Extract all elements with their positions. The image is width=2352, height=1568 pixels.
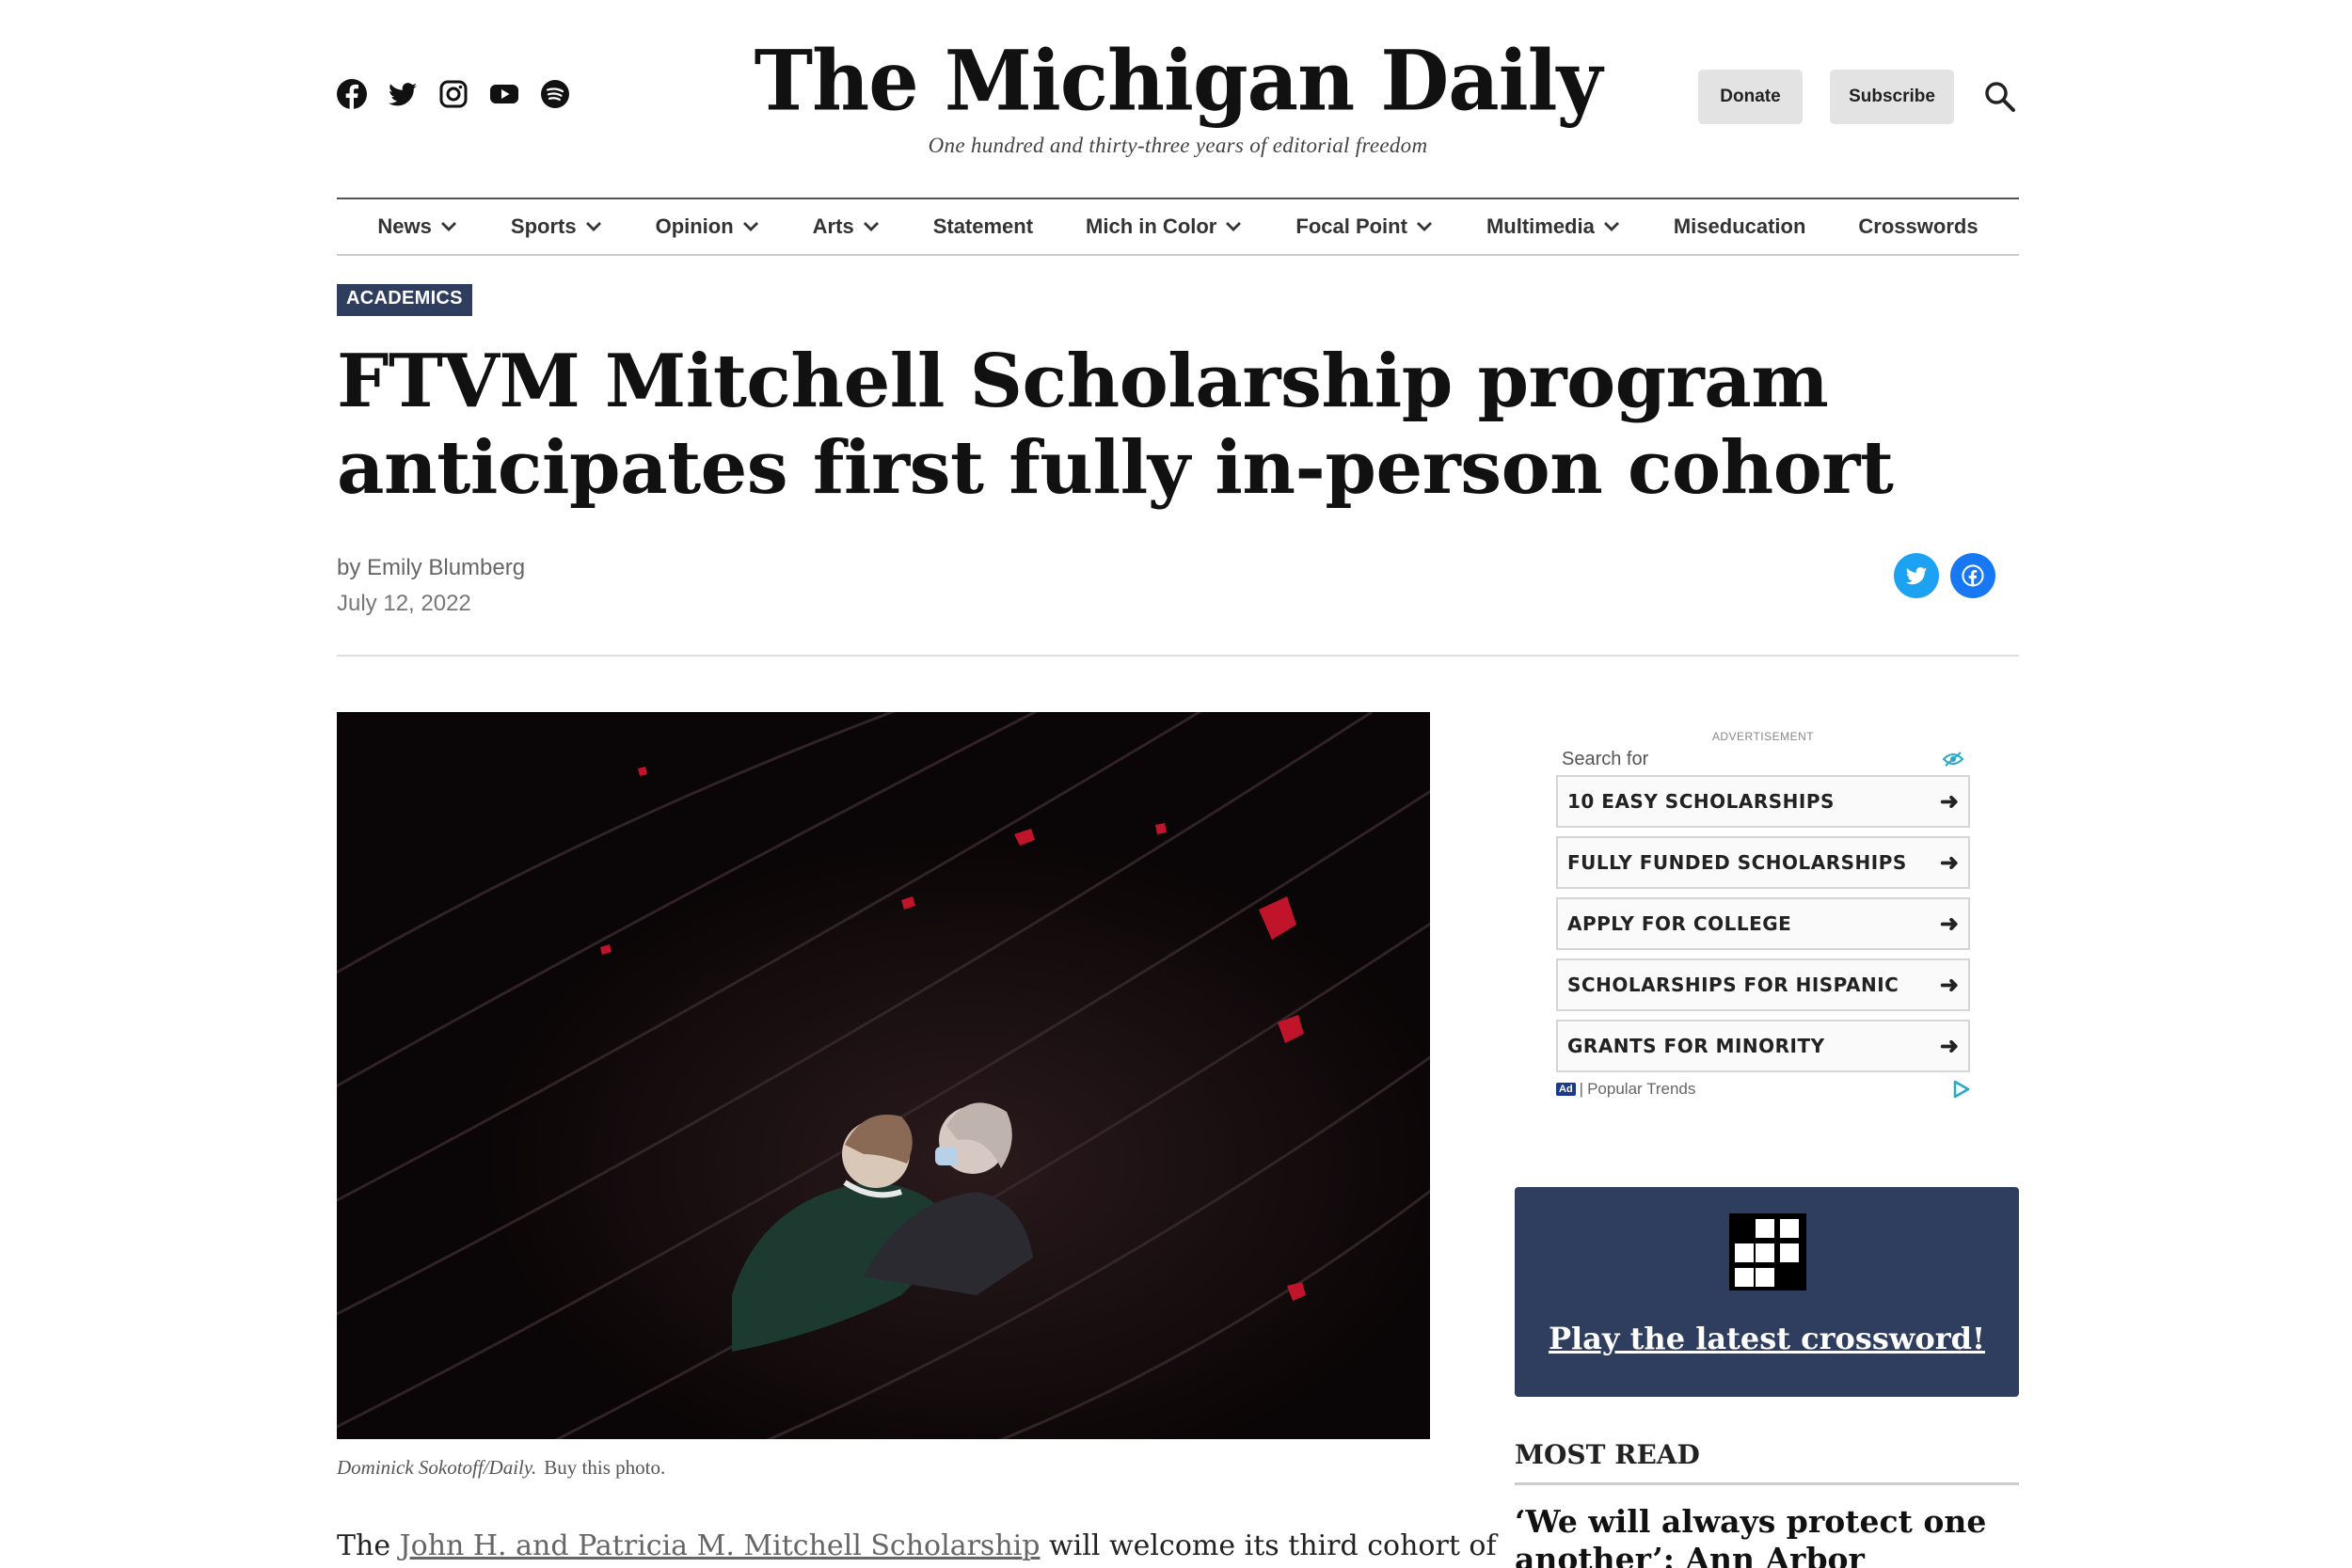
crossword-grid-icon (1729, 1213, 1806, 1291)
nav-item-label: Crosswords (1858, 214, 1979, 238)
facebook-icon (1962, 564, 1984, 587)
nav-item-label: Sports (510, 214, 577, 238)
header-divider (337, 655, 2019, 657)
chevron-down-icon (1226, 222, 1242, 231)
theater-seats-image (337, 712, 1430, 1439)
share-twitter-button[interactable] (1894, 553, 1939, 598)
ad-badge: Ad (1556, 1083, 1576, 1096)
nav-item-label: News (377, 214, 432, 238)
ad-privacy-eye-icon[interactable] (1942, 750, 1964, 768)
most-read-divider (1515, 1482, 2019, 1485)
ad-footer-left: Ad | Popular Trends (1556, 1080, 1695, 1099)
ad-divider: | (1579, 1080, 1584, 1098)
adchoices-play-icon[interactable] (1951, 1080, 1970, 1099)
nav-item-arts[interactable]: Arts (813, 214, 881, 239)
play-crossword-link[interactable]: Play the latest crossword! (1515, 1321, 2019, 1356)
most-read-heading: MOST READ (1515, 1439, 1700, 1470)
nav-item-crosswords[interactable]: Crosswords (1858, 214, 1978, 239)
nav-item-label: Multimedia (1486, 214, 1595, 238)
ad-label: ADVERTISEMENT (1711, 730, 1815, 743)
body-text-start: The (337, 1529, 400, 1562)
crossword-promo[interactable]: Play the latest crossword! (1515, 1187, 2019, 1397)
ad-footer: Ad | Popular Trends (1556, 1078, 1970, 1101)
ad-footer-text: Popular Trends (1587, 1080, 1696, 1098)
nav-item-label: Opinion (655, 214, 734, 238)
article-headline: FTVM Mitchell Scholarship program antici… (337, 339, 1894, 511)
arrow-right-icon: ➜ (1939, 972, 1959, 998)
arrow-right-icon: ➜ (1939, 849, 1959, 876)
nav-item-mich-in-color[interactable]: Mich in Color (1086, 214, 1243, 239)
ad-search-row[interactable]: APPLY FOR COLLEGE ➜ (1556, 897, 1970, 950)
category-tag[interactable]: ACADEMICS (337, 284, 472, 316)
arrow-right-icon: ➜ (1939, 911, 1959, 937)
buy-photo-link[interactable]: Buy this photo. (544, 1456, 665, 1479)
chevron-down-icon (1416, 222, 1432, 231)
byline-prefix: by (337, 555, 368, 580)
scholarship-link[interactable]: John H. and Patricia M. Mitchell Scholar… (400, 1529, 1041, 1562)
body-text-rest: will welcome its third cohort of (1040, 1529, 1497, 1562)
nav-item-multimedia[interactable]: Multimedia (1486, 214, 1621, 239)
ad-rows: 10 EASY SCHOLARSHIPS ➜ FULLY FUNDED SCHOLA… (1556, 775, 1970, 1072)
header-actions: Donate Subscribe (1698, 70, 2019, 124)
arrow-right-icon: ➜ (1939, 788, 1959, 815)
article-body-first-line: The John H. and Patricia M. Mitchell Sch… (337, 1529, 1497, 1562)
donate-button[interactable]: Donate (1698, 70, 1803, 124)
photo-credit: Dominick Sokotoff/Daily. (337, 1456, 537, 1479)
nav-item-label: Focal Point (1295, 214, 1407, 238)
ad-search-row[interactable]: FULLY FUNDED SCHOLARSHIPS ➜ (1556, 836, 1970, 889)
nav-item-news[interactable]: News (377, 214, 457, 239)
main-nav: News Sports Opinion Arts Statement Mich in Co… (337, 198, 2019, 256)
author-link[interactable]: Emily Blumberg (367, 555, 525, 580)
most-read-item[interactable]: ‘We will always protect one another’: An… (1515, 1503, 2019, 1568)
ad-header: Search for (1556, 747, 1970, 771)
site-header: The Michigan Daily One hundred and thirt… (337, 0, 2019, 198)
share-buttons (1894, 553, 1995, 598)
ad-search-row[interactable]: GRANTS FOR MINORITY ➜ (1556, 1020, 1970, 1072)
site-tagline: One hundred and thirty-three years of ed… (928, 134, 1428, 157)
ad-row-label: 10 EASY SCHOLARSHIPS (1567, 790, 1835, 813)
nav-item-label: Mich in Color (1086, 214, 1217, 238)
ad-search-row[interactable]: SCHOLARSHIPS FOR HISPANIC ➜ (1556, 958, 1970, 1011)
chevron-down-icon (742, 222, 758, 231)
publish-date: July 12, 2022 (337, 591, 471, 616)
ad-row-label: FULLY FUNDED SCHOLARSHIPS (1567, 851, 1907, 874)
nav-item-focal-point[interactable]: Focal Point (1295, 214, 1434, 239)
search-icon[interactable] (1981, 78, 2019, 116)
ad-row-label: SCHOLARSHIPS FOR HISPANIC (1567, 974, 1899, 996)
chevron-down-icon (863, 222, 879, 231)
nav-item-miseducation[interactable]: Miseducation (1674, 214, 1806, 239)
sidebar-ad: ADVERTISEMENT Search for 10 EASY SCHOLAR… (1556, 730, 1970, 1101)
byline: by Emily Blumberg (337, 555, 525, 581)
nav-item-opinion[interactable]: Opinion (656, 214, 760, 239)
photo-caption: Dominick Sokotoff/Daily. Buy this photo. (337, 1456, 665, 1480)
ad-row-label: GRANTS FOR MINORITY (1567, 1035, 1825, 1057)
nav-item-label: Arts (812, 214, 854, 238)
chevron-down-icon (440, 222, 456, 231)
ad-row-label: APPLY FOR COLLEGE (1567, 912, 1792, 935)
nav-item-label: Statement (932, 214, 1034, 238)
arrow-right-icon: ➜ (1939, 1033, 1959, 1059)
twitter-icon (1905, 567, 1928, 585)
chevron-down-icon (585, 222, 601, 231)
ad-search-for: Search for (1562, 748, 1649, 769)
subscribe-button[interactable]: Subscribe (1830, 70, 1954, 124)
chevron-down-icon (1603, 222, 1619, 231)
nav-item-label: Miseducation (1673, 214, 1806, 238)
nav-item-sports[interactable]: Sports (511, 214, 603, 239)
nav-item-statement[interactable]: Statement (933, 214, 1033, 239)
ad-search-row[interactable]: 10 EASY SCHOLARSHIPS ➜ (1556, 775, 1970, 828)
share-facebook-button[interactable] (1950, 553, 1995, 598)
article-photo[interactable] (337, 712, 1430, 1439)
